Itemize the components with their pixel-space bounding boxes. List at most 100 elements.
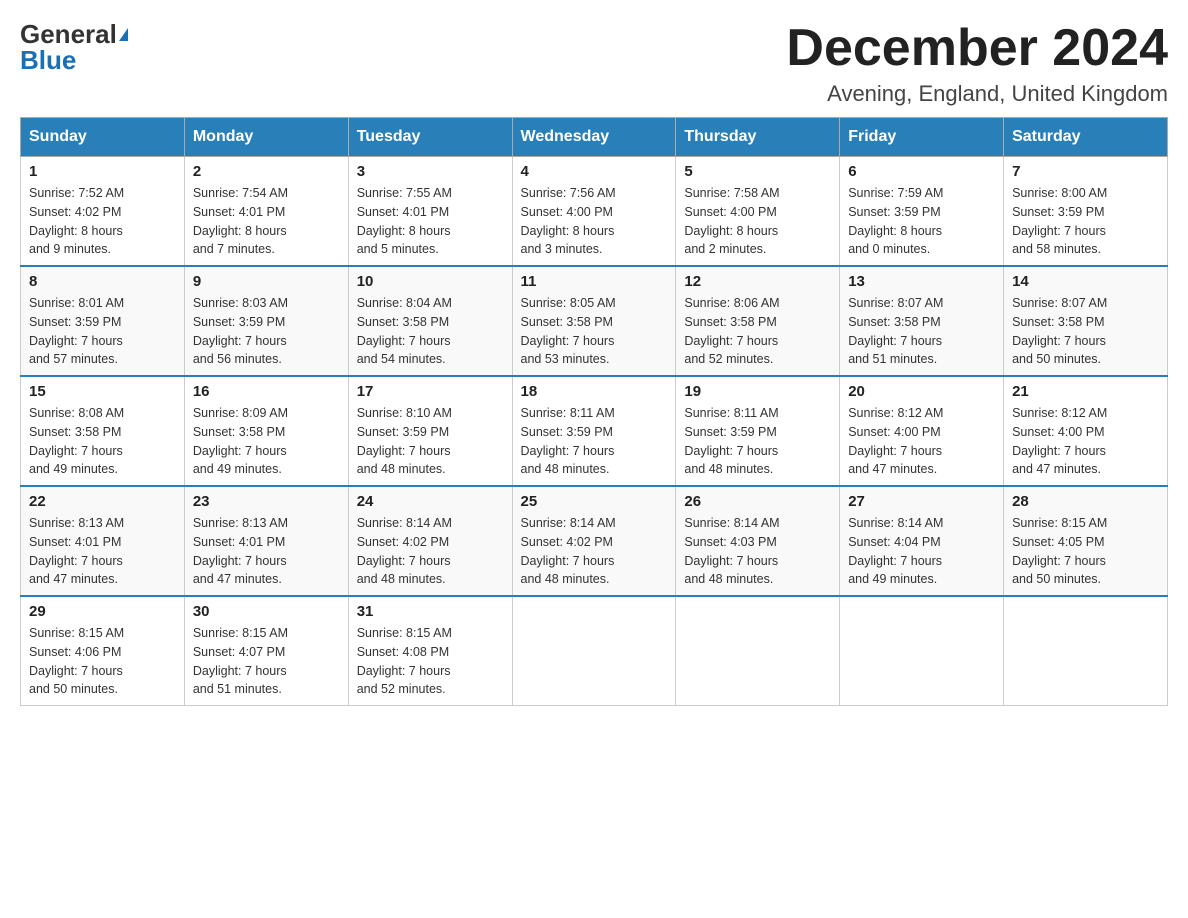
header-saturday: Saturday <box>1004 118 1168 157</box>
day-number: 24 <box>357 493 504 510</box>
day-number: 28 <box>1012 493 1159 510</box>
page-header: General Blue December 2024 Avening, Engl… <box>20 20 1168 107</box>
day-info: Sunrise: 7:56 AM Sunset: 4:00 PM Dayligh… <box>521 184 668 259</box>
calendar-cell: 16 Sunrise: 8:09 AM Sunset: 3:58 PM Dayl… <box>184 376 348 486</box>
calendar-cell: 19 Sunrise: 8:11 AM Sunset: 3:59 PM Dayl… <box>676 376 840 486</box>
day-info: Sunrise: 8:01 AM Sunset: 3:59 PM Dayligh… <box>29 294 176 369</box>
month-year-title: December 2024 <box>786 20 1168 77</box>
calendar-cell: 27 Sunrise: 8:14 AM Sunset: 4:04 PM Dayl… <box>840 486 1004 596</box>
day-number: 26 <box>684 493 831 510</box>
day-info: Sunrise: 8:12 AM Sunset: 4:00 PM Dayligh… <box>848 404 995 479</box>
calendar-cell <box>840 596 1004 706</box>
day-number: 12 <box>684 273 831 290</box>
day-info: Sunrise: 8:12 AM Sunset: 4:00 PM Dayligh… <box>1012 404 1159 479</box>
header-friday: Friday <box>840 118 1004 157</box>
day-info: Sunrise: 7:54 AM Sunset: 4:01 PM Dayligh… <box>193 184 340 259</box>
calendar-cell: 8 Sunrise: 8:01 AM Sunset: 3:59 PM Dayli… <box>21 266 185 376</box>
calendar-cell: 24 Sunrise: 8:14 AM Sunset: 4:02 PM Dayl… <box>348 486 512 596</box>
calendar-cell: 17 Sunrise: 8:10 AM Sunset: 3:59 PM Dayl… <box>348 376 512 486</box>
day-number: 27 <box>848 493 995 510</box>
day-info: Sunrise: 8:00 AM Sunset: 3:59 PM Dayligh… <box>1012 184 1159 259</box>
calendar-cell <box>676 596 840 706</box>
day-number: 20 <box>848 383 995 400</box>
day-info: Sunrise: 7:52 AM Sunset: 4:02 PM Dayligh… <box>29 184 176 259</box>
week-row-2: 8 Sunrise: 8:01 AM Sunset: 3:59 PM Dayli… <box>21 266 1168 376</box>
calendar-cell: 15 Sunrise: 8:08 AM Sunset: 3:58 PM Dayl… <box>21 376 185 486</box>
calendar-cell: 22 Sunrise: 8:13 AM Sunset: 4:01 PM Dayl… <box>21 486 185 596</box>
day-info: Sunrise: 8:11 AM Sunset: 3:59 PM Dayligh… <box>684 404 831 479</box>
location-subtitle: Avening, England, United Kingdom <box>786 81 1168 107</box>
weekday-header-row: Sunday Monday Tuesday Wednesday Thursday… <box>21 118 1168 157</box>
calendar-cell: 13 Sunrise: 8:07 AM Sunset: 3:58 PM Dayl… <box>840 266 1004 376</box>
day-info: Sunrise: 8:10 AM Sunset: 3:59 PM Dayligh… <box>357 404 504 479</box>
day-info: Sunrise: 8:11 AM Sunset: 3:59 PM Dayligh… <box>521 404 668 479</box>
calendar-cell: 30 Sunrise: 8:15 AM Sunset: 4:07 PM Dayl… <box>184 596 348 706</box>
week-row-5: 29 Sunrise: 8:15 AM Sunset: 4:06 PM Dayl… <box>21 596 1168 706</box>
day-number: 1 <box>29 163 176 180</box>
day-info: Sunrise: 8:14 AM Sunset: 4:03 PM Dayligh… <box>684 514 831 589</box>
week-row-1: 1 Sunrise: 7:52 AM Sunset: 4:02 PM Dayli… <box>21 157 1168 267</box>
day-number: 7 <box>1012 163 1159 180</box>
day-number: 21 <box>1012 383 1159 400</box>
calendar-cell: 2 Sunrise: 7:54 AM Sunset: 4:01 PM Dayli… <box>184 157 348 267</box>
day-info: Sunrise: 8:08 AM Sunset: 3:58 PM Dayligh… <box>29 404 176 479</box>
calendar-cell: 5 Sunrise: 7:58 AM Sunset: 4:00 PM Dayli… <box>676 157 840 267</box>
calendar-cell: 21 Sunrise: 8:12 AM Sunset: 4:00 PM Dayl… <box>1004 376 1168 486</box>
header-monday: Monday <box>184 118 348 157</box>
day-info: Sunrise: 8:05 AM Sunset: 3:58 PM Dayligh… <box>521 294 668 369</box>
calendar-cell: 25 Sunrise: 8:14 AM Sunset: 4:02 PM Dayl… <box>512 486 676 596</box>
calendar-cell: 12 Sunrise: 8:06 AM Sunset: 3:58 PM Dayl… <box>676 266 840 376</box>
calendar-cell: 14 Sunrise: 8:07 AM Sunset: 3:58 PM Dayl… <box>1004 266 1168 376</box>
day-number: 11 <box>521 273 668 290</box>
day-info: Sunrise: 8:03 AM Sunset: 3:59 PM Dayligh… <box>193 294 340 369</box>
calendar-cell: 11 Sunrise: 8:05 AM Sunset: 3:58 PM Dayl… <box>512 266 676 376</box>
day-info: Sunrise: 8:15 AM Sunset: 4:05 PM Dayligh… <box>1012 514 1159 589</box>
title-section: December 2024 Avening, England, United K… <box>786 20 1168 107</box>
day-info: Sunrise: 8:07 AM Sunset: 3:58 PM Dayligh… <box>848 294 995 369</box>
day-number: 15 <box>29 383 176 400</box>
day-info: Sunrise: 8:13 AM Sunset: 4:01 PM Dayligh… <box>29 514 176 589</box>
day-info: Sunrise: 8:15 AM Sunset: 4:07 PM Dayligh… <box>193 624 340 699</box>
header-sunday: Sunday <box>21 118 185 157</box>
day-number: 5 <box>684 163 831 180</box>
calendar-cell <box>1004 596 1168 706</box>
calendar-cell <box>512 596 676 706</box>
calendar-table: Sunday Monday Tuesday Wednesday Thursday… <box>20 117 1168 706</box>
day-number: 17 <box>357 383 504 400</box>
day-info: Sunrise: 8:14 AM Sunset: 4:02 PM Dayligh… <box>521 514 668 589</box>
day-info: Sunrise: 8:07 AM Sunset: 3:58 PM Dayligh… <box>1012 294 1159 369</box>
calendar-cell: 4 Sunrise: 7:56 AM Sunset: 4:00 PM Dayli… <box>512 157 676 267</box>
day-info: Sunrise: 7:58 AM Sunset: 4:00 PM Dayligh… <box>684 184 831 259</box>
calendar-cell: 9 Sunrise: 8:03 AM Sunset: 3:59 PM Dayli… <box>184 266 348 376</box>
calendar-cell: 20 Sunrise: 8:12 AM Sunset: 4:00 PM Dayl… <box>840 376 1004 486</box>
logo: General Blue <box>20 20 128 76</box>
day-info: Sunrise: 7:55 AM Sunset: 4:01 PM Dayligh… <box>357 184 504 259</box>
calendar-cell: 1 Sunrise: 7:52 AM Sunset: 4:02 PM Dayli… <box>21 157 185 267</box>
day-number: 4 <box>521 163 668 180</box>
calendar-cell: 6 Sunrise: 7:59 AM Sunset: 3:59 PM Dayli… <box>840 157 1004 267</box>
day-number: 29 <box>29 603 176 620</box>
calendar-cell: 10 Sunrise: 8:04 AM Sunset: 3:58 PM Dayl… <box>348 266 512 376</box>
day-number: 25 <box>521 493 668 510</box>
day-number: 6 <box>848 163 995 180</box>
calendar-cell: 26 Sunrise: 8:14 AM Sunset: 4:03 PM Dayl… <box>676 486 840 596</box>
week-row-4: 22 Sunrise: 8:13 AM Sunset: 4:01 PM Dayl… <box>21 486 1168 596</box>
calendar-cell: 29 Sunrise: 8:15 AM Sunset: 4:06 PM Dayl… <box>21 596 185 706</box>
calendar-cell: 3 Sunrise: 7:55 AM Sunset: 4:01 PM Dayli… <box>348 157 512 267</box>
day-number: 18 <box>521 383 668 400</box>
calendar-cell: 23 Sunrise: 8:13 AM Sunset: 4:01 PM Dayl… <box>184 486 348 596</box>
day-number: 23 <box>193 493 340 510</box>
day-number: 2 <box>193 163 340 180</box>
header-tuesday: Tuesday <box>348 118 512 157</box>
day-info: Sunrise: 8:06 AM Sunset: 3:58 PM Dayligh… <box>684 294 831 369</box>
day-number: 3 <box>357 163 504 180</box>
header-wednesday: Wednesday <box>512 118 676 157</box>
logo-blue: Blue <box>20 45 76 76</box>
calendar-cell: 7 Sunrise: 8:00 AM Sunset: 3:59 PM Dayli… <box>1004 157 1168 267</box>
calendar-cell: 28 Sunrise: 8:15 AM Sunset: 4:05 PM Dayl… <box>1004 486 1168 596</box>
day-info: Sunrise: 8:14 AM Sunset: 4:02 PM Dayligh… <box>357 514 504 589</box>
day-number: 31 <box>357 603 504 620</box>
day-info: Sunrise: 8:13 AM Sunset: 4:01 PM Dayligh… <box>193 514 340 589</box>
day-number: 19 <box>684 383 831 400</box>
day-number: 8 <box>29 273 176 290</box>
